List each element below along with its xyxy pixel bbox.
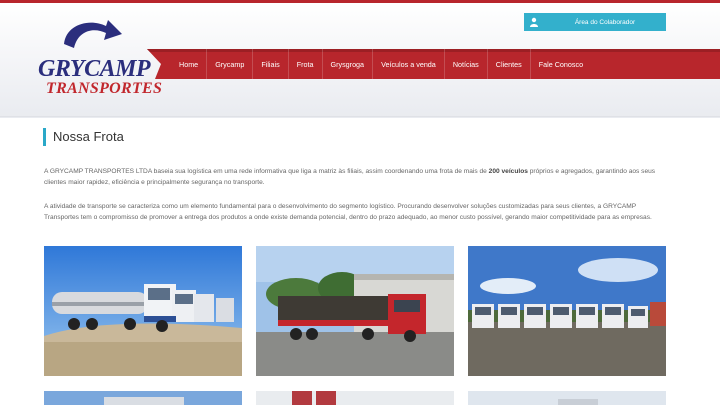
nav-frota[interactable]: Frota <box>289 49 323 79</box>
logo-subtitle: TRANSPORTES <box>46 80 163 97</box>
employee-area-label: Área do Colaborador <box>574 18 636 26</box>
nav-noticias[interactable]: Notícias <box>445 49 488 79</box>
intro-text-start: A GRYCAMP TRANSPORTES LTDA baseia sua lo… <box>44 168 489 175</box>
logo-name: GRYCAMP <box>38 56 151 82</box>
fleet-photo-red-truck[interactable] <box>256 246 454 376</box>
logo[interactable]: GRYCAMP TRANSPORTES <box>28 14 162 104</box>
main-nav: Home Grycamp Filiais Frota Grysgroga Veí… <box>147 49 720 79</box>
employee-area-button[interactable]: Área do Colaborador <box>524 13 666 31</box>
page-title: Nossa Frota <box>43 128 124 146</box>
nav-filiais[interactable]: Filiais <box>253 49 289 79</box>
nav-veiculos-a-venda[interactable]: Veículos a venda <box>373 49 445 79</box>
activity-paragraph: A atividade de transporte se caracteriza… <box>44 203 652 221</box>
header-divider <box>0 116 720 117</box>
curved-arrow-icon <box>64 20 122 48</box>
nav-clientes[interactable]: Clientes <box>488 49 531 79</box>
fleet-photo-5[interactable] <box>256 391 454 405</box>
nav-fale-conosco[interactable]: Fale Conosco <box>531 49 591 79</box>
fleet-photo-4[interactable] <box>44 391 242 405</box>
fleet-photo-6[interactable] <box>468 391 666 405</box>
fleet-photo-tankers[interactable] <box>44 246 242 376</box>
nav-home[interactable]: Home <box>171 49 208 79</box>
nav-grycamp[interactable]: Grycamp <box>207 49 254 79</box>
nav-grysgroga[interactable]: Grysgroga <box>323 49 374 79</box>
intro-paragraph: A GRYCAMP TRANSPORTES LTDA baseia sua lo… <box>44 167 670 188</box>
intro-text-bold: 200 veículos <box>488 168 528 175</box>
fleet-photo-lineup[interactable] <box>468 246 666 376</box>
user-icon <box>524 13 544 31</box>
